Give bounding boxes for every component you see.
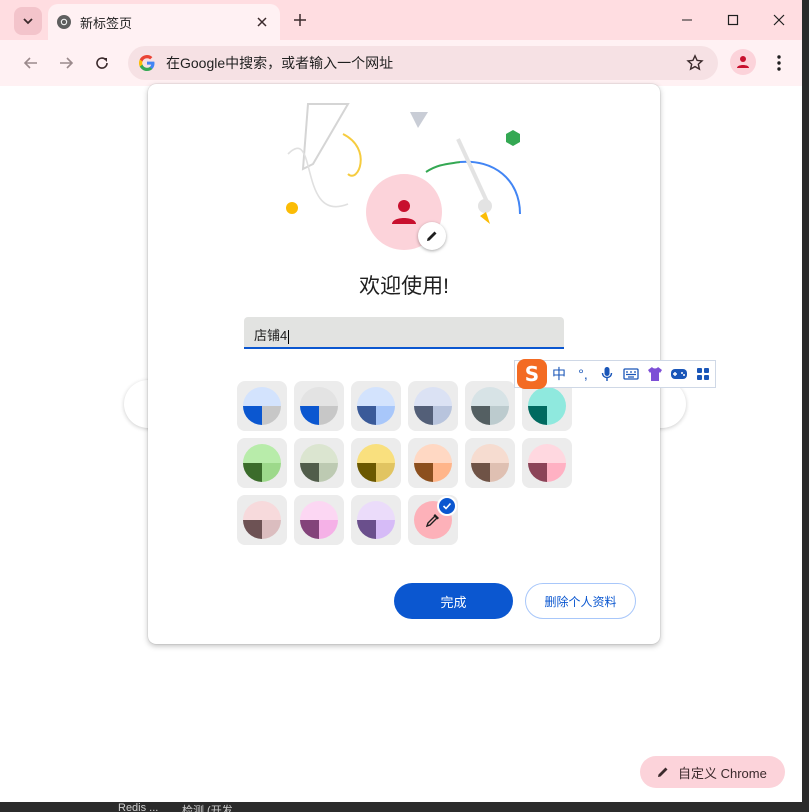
tab-title: 新标签页	[80, 15, 133, 31]
game-icon	[671, 369, 687, 379]
reload-icon	[96, 57, 108, 69]
welcome-title: 欢迎使用!	[359, 275, 449, 298]
back-button[interactable]	[16, 48, 46, 78]
color-swatch[interactable]	[294, 438, 344, 488]
forward-button[interactable]	[51, 48, 81, 78]
swatch-disc	[300, 444, 338, 482]
ime-mode-toggle[interactable]: 中	[547, 363, 571, 385]
close-icon	[773, 14, 785, 26]
swatch-disc	[243, 501, 281, 539]
color-swatch[interactable]	[351, 381, 401, 431]
person-icon	[737, 56, 749, 68]
ime-apps-button[interactable]	[691, 363, 715, 385]
maximize-icon	[727, 14, 739, 26]
sogou-logo-icon[interactable]: S	[517, 359, 547, 389]
apps-icon	[697, 368, 709, 380]
taskbar-item[interactable]: 检测 (开发...	[182, 802, 242, 812]
customize-chrome-button[interactable]: 自定义 Chrome	[640, 756, 785, 788]
ime-skin-button[interactable]	[643, 363, 667, 385]
minimize-button[interactable]	[664, 0, 710, 40]
customize-chrome-label: 自定义 Chrome	[678, 765, 767, 781]
chrome-icon	[57, 15, 71, 29]
swatch-disc	[357, 501, 395, 539]
swatch-disc	[528, 444, 566, 482]
more-vert-icon	[777, 55, 781, 71]
minimize-icon	[682, 19, 692, 21]
color-swatch[interactable]	[408, 381, 458, 431]
selected-check-badge	[437, 496, 457, 516]
chrome-menu-button[interactable]	[768, 50, 790, 76]
skin-icon	[648, 367, 662, 381]
color-swatch[interactable]	[237, 438, 287, 488]
toolbar: 在Google中搜索，或者输入一个网址	[0, 40, 802, 86]
color-picker-icon	[425, 514, 439, 528]
check-icon	[442, 502, 452, 510]
color-swatch[interactable]	[351, 495, 401, 545]
reload-button[interactable]	[87, 48, 117, 78]
color-swatch[interactable]	[465, 438, 515, 488]
color-swatch[interactable]	[237, 495, 287, 545]
ime-keyboard-button[interactable]	[619, 363, 643, 385]
plus-icon	[294, 14, 306, 26]
color-swatch[interactable]	[522, 438, 572, 488]
color-swatch[interactable]	[294, 381, 344, 431]
swatch-disc	[471, 444, 509, 482]
title-bar: 新标签页	[0, 0, 802, 40]
chevron-down-icon	[23, 18, 33, 25]
custom-color-swatch[interactable]	[408, 495, 458, 545]
keyboard-icon	[623, 368, 639, 380]
ime-punctuation-toggle[interactable]: °,	[571, 363, 595, 385]
profile-name-input[interactable]: 店铺4	[244, 317, 564, 349]
swatch-disc	[357, 387, 395, 425]
ime-voice-button[interactable]	[595, 363, 619, 385]
tab-new-tab[interactable]: 新标签页	[48, 4, 280, 40]
swatch-disc	[300, 387, 338, 425]
swatch-disc	[300, 501, 338, 539]
browser-window: 新标签页 在Google中搜索，或者输入一个网址 自定义 Chrome 欢迎使用…	[0, 0, 802, 802]
person-icon	[392, 200, 416, 224]
tab-close-button[interactable]	[252, 12, 272, 32]
maximize-button[interactable]	[710, 0, 756, 40]
taskbar-item[interactable]: Redis ...	[118, 802, 158, 812]
swatch-disc	[357, 444, 395, 482]
close-window-button[interactable]	[756, 0, 802, 40]
swatch-disc	[414, 444, 452, 482]
mic-icon	[601, 367, 613, 381]
swatch-disc	[243, 387, 281, 425]
tab-search-button[interactable]	[14, 7, 42, 35]
arrow-left-icon	[23, 57, 37, 69]
swatch-disc	[414, 387, 452, 425]
bookmark-star-icon[interactable]	[686, 54, 704, 72]
ime-game-button[interactable]	[667, 363, 691, 385]
swatch-disc	[528, 387, 566, 425]
pencil-icon	[427, 231, 437, 241]
new-tab-button[interactable]	[288, 8, 312, 32]
swatch-disc	[471, 387, 509, 425]
google-g-icon	[139, 55, 155, 71]
color-swatch[interactable]	[294, 495, 344, 545]
color-swatch[interactable]	[237, 381, 287, 431]
edit-avatar-button[interactable]	[418, 222, 446, 250]
close-icon	[257, 17, 267, 27]
arrow-right-icon	[60, 57, 74, 69]
text-caret	[288, 329, 290, 344]
color-swatch[interactable]	[465, 381, 515, 431]
omnibox-placeholder: 在Google中搜索，或者输入一个网址	[166, 55, 394, 71]
profile-name-value: 店铺4	[254, 328, 288, 343]
color-swatch[interactable]	[351, 438, 401, 488]
ime-toolbar: S 中 °,	[514, 359, 716, 389]
pencil-icon	[658, 767, 668, 777]
color-swatch[interactable]	[408, 438, 458, 488]
done-button[interactable]: 完成	[394, 583, 513, 619]
swatch-disc	[243, 444, 281, 482]
profile-avatar-button[interactable]	[730, 49, 756, 75]
delete-profile-button[interactable]: 删除个人资料	[525, 583, 636, 619]
omnibox[interactable]: 在Google中搜索，或者输入一个网址	[128, 46, 718, 80]
